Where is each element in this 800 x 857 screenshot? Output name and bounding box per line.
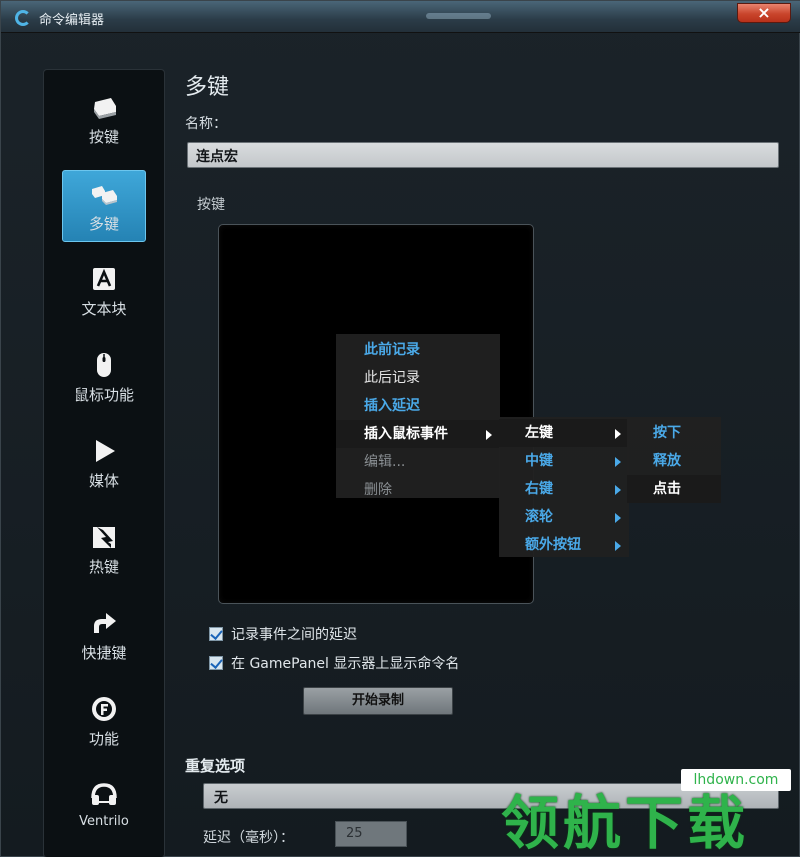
start-recording-button[interactable]: 开始录制 (303, 687, 453, 715)
command-type-sidebar: 按键 多键 文本块 鼠标功能 媒体 热键 快捷键 功能 Ventrilo (43, 69, 165, 857)
mouse-action-submenu: 按下 释放 点击 (627, 417, 721, 503)
menu-item-insert-mouse-event[interactable]: 插入鼠标事件 (336, 420, 500, 448)
sidebar-item-mouse-function[interactable]: 鼠标功能 (62, 342, 146, 414)
gamepanel-label: 在 GamePanel 显示器上显示命令名 (231, 656, 460, 672)
menu-item-label: 中键 (525, 453, 553, 469)
menu-item-edit[interactable]: 编辑... (336, 448, 500, 476)
menu-item-label: 左键 (525, 425, 553, 441)
sidebar-item-label: 功能 (88, 730, 119, 748)
sidebar-item-hotkey[interactable]: 热键 (62, 514, 146, 586)
sidebar-item-multikey[interactable]: 多键 (62, 170, 146, 242)
title-bar: 命令编辑器 × (1, 1, 800, 33)
menu-item-record-after[interactable]: 此后记录 (336, 364, 500, 392)
name-label: 名称： (185, 116, 227, 132)
submenu-item-middle-button[interactable]: 中键 (499, 447, 629, 475)
submenu-item-wheel[interactable]: 滚轮 (499, 503, 629, 531)
mouse-button-submenu: 左键 中键 右键 滚轮 额外按钮 (499, 417, 629, 557)
sidebar-item-label: Ventrilo (79, 814, 129, 829)
repeat-options-heading: 重复选项 (185, 757, 246, 775)
submenu-arrow-icon (615, 429, 621, 439)
window-title: 命令编辑器 (39, 13, 105, 28)
submenu-arrow-icon (486, 430, 492, 440)
title-glow (426, 13, 491, 19)
submenu-arrow-icon (615, 513, 621, 523)
play-icon (96, 440, 115, 462)
close-button[interactable]: × (737, 3, 791, 23)
sidebar-item-label: 文本块 (81, 300, 127, 318)
menu-item-label: 额外按钮 (525, 537, 581, 553)
menu-item-label: 滚轮 (525, 509, 553, 525)
name-input[interactable]: 连点宏 (187, 142, 779, 168)
sidebar-item-label: 鼠标功能 (73, 386, 134, 404)
submenu-item-press[interactable]: 按下 (627, 419, 721, 447)
sidebar-item-label: 热键 (88, 558, 119, 576)
submenu-arrow-icon (615, 485, 621, 495)
key-icon (94, 98, 116, 119)
sidebar-item-function[interactable]: 功能 (62, 686, 146, 758)
submenu-item-left-button[interactable]: 左键 (499, 419, 629, 447)
app-logo-icon (15, 10, 31, 26)
submenu-item-release[interactable]: 释放 (627, 447, 721, 475)
sidebar-item-shortcut[interactable]: 快捷键 (62, 600, 146, 672)
menu-item-record-before[interactable]: 此前记录 (336, 336, 500, 364)
record-delay-option[interactable]: 记录事件之间的延迟 (209, 625, 357, 645)
delay-input[interactable]: 25 (335, 821, 407, 847)
delay-label: 延迟（毫秒）： (203, 830, 294, 846)
menu-item-label: 插入鼠标事件 (364, 426, 448, 442)
submenu-arrow-icon (615, 457, 621, 467)
menu-item-label: 右键 (525, 481, 553, 497)
shortcut-arrow-icon (94, 613, 116, 633)
menu-item-delete[interactable]: 删除 (336, 476, 500, 504)
menu-item-insert-delay[interactable]: 插入延迟 (336, 392, 500, 420)
gamepanel-checkbox[interactable] (209, 656, 223, 670)
watermark-brand: 领航下载 (501, 789, 750, 857)
sidebar-item-label: 快捷键 (81, 644, 127, 662)
record-delay-checkbox[interactable] (209, 627, 223, 641)
hotkey-icon (93, 527, 115, 548)
keys-label: 按键 (197, 197, 225, 213)
page-title: 多键 (185, 75, 230, 100)
sidebar-item-media[interactable]: 媒体 (62, 428, 146, 500)
multi-key-icon (92, 186, 117, 205)
sidebar-item-label: 媒体 (88, 472, 119, 490)
submenu-item-right-button[interactable]: 右键 (499, 475, 629, 503)
command-editor-window: 命令编辑器 × 按键 多键 文本块 鼠标功能 媒体 热键 快捷键 功能 Vent… (0, 0, 800, 857)
submenu-item-click[interactable]: 点击 (627, 475, 721, 503)
headset-icon (91, 783, 117, 805)
context-menu: 此前记录 此后记录 插入延迟 插入鼠标事件 编辑... 删除 (336, 334, 500, 498)
record-delay-label: 记录事件之间的延迟 (231, 627, 357, 643)
sidebar-item-text-block[interactable]: 文本块 (62, 256, 146, 328)
gamepanel-option[interactable]: 在 GamePanel 显示器上显示命令名 (209, 654, 459, 674)
sidebar-item-label: 按键 (88, 128, 119, 146)
submenu-arrow-icon (615, 541, 621, 551)
sidebar-item-keystroke[interactable]: 按键 (62, 84, 146, 156)
mouse-icon (97, 353, 111, 377)
submenu-item-extra-button[interactable]: 额外按钮 (499, 531, 629, 559)
function-icon (92, 697, 116, 721)
sidebar-item-ventrilo[interactable]: Ventrilo (62, 772, 146, 844)
text-block-icon (93, 268, 115, 290)
sidebar-item-label: 多键 (88, 215, 119, 233)
